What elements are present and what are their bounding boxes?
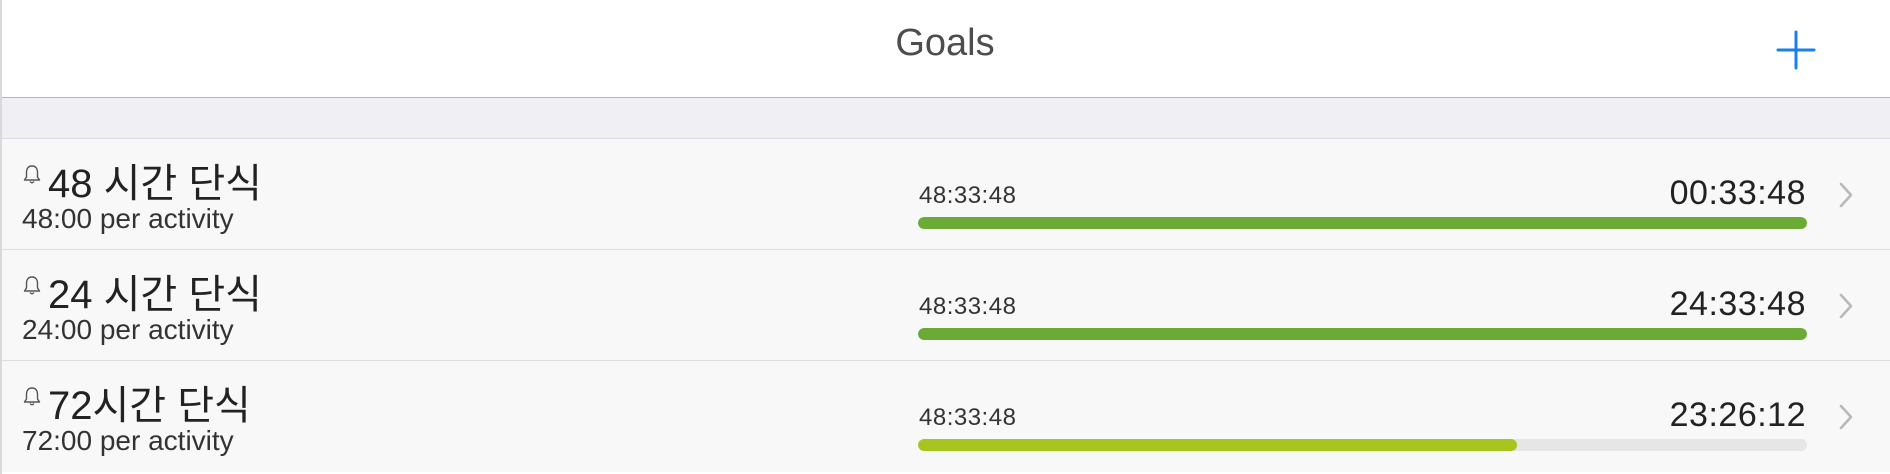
section-spacer bbox=[0, 98, 1890, 139]
chevron-right-icon bbox=[1839, 182, 1853, 208]
goal-title: 24 시간 단식 bbox=[48, 273, 262, 317]
goal-subtitle: 72:00 per activity bbox=[22, 425, 234, 456]
bell-icon bbox=[23, 165, 41, 184]
remaining-time: 24:33:48 bbox=[1669, 285, 1806, 323]
plus-icon bbox=[1776, 30, 1816, 70]
progress-bar bbox=[918, 328, 1807, 340]
goal-row[interactable]: 72시간 단식 72:00 per activity 48:33:48 23:2… bbox=[0, 361, 1890, 472]
goal-subtitle: 24:00 per activity bbox=[22, 314, 234, 345]
remaining-time: 23:26:12 bbox=[1669, 396, 1806, 434]
progress-fill bbox=[918, 439, 1518, 451]
progress-bar bbox=[918, 439, 1807, 451]
remaining-time: 00:33:48 bbox=[1669, 174, 1806, 212]
progress-bar bbox=[918, 217, 1807, 229]
goal-title: 72시간 단식 bbox=[48, 384, 251, 428]
bell-icon bbox=[23, 276, 41, 295]
chevron-right-icon bbox=[1839, 404, 1853, 430]
elapsed-time: 48:33:48 bbox=[919, 293, 1017, 320]
elapsed-time: 48:33:48 bbox=[919, 404, 1017, 431]
goal-subtitle: 48:00 per activity bbox=[22, 203, 234, 234]
bell-icon bbox=[23, 387, 41, 406]
page-title: Goals bbox=[895, 22, 995, 64]
window-edge bbox=[0, 0, 2, 474]
goal-list: 48 시간 단식 48:00 per activity 48:33:48 00:… bbox=[0, 139, 1890, 472]
goal-row[interactable]: 48 시간 단식 48:00 per activity 48:33:48 00:… bbox=[0, 139, 1890, 250]
goal-title: 48 시간 단식 bbox=[48, 162, 262, 206]
goals-screen: Goals 48 시간 단식 48:00 per activity 48:33:… bbox=[0, 0, 1890, 474]
chevron-right-icon bbox=[1839, 293, 1853, 319]
progress-fill bbox=[918, 217, 1807, 229]
goal-row[interactable]: 24 시간 단식 24:00 per activity 48:33:48 24:… bbox=[0, 250, 1890, 361]
navigation-bar: Goals bbox=[0, 0, 1890, 98]
elapsed-time: 48:33:48 bbox=[919, 182, 1017, 209]
add-goal-button[interactable] bbox=[1772, 26, 1820, 74]
progress-fill bbox=[918, 328, 1807, 340]
